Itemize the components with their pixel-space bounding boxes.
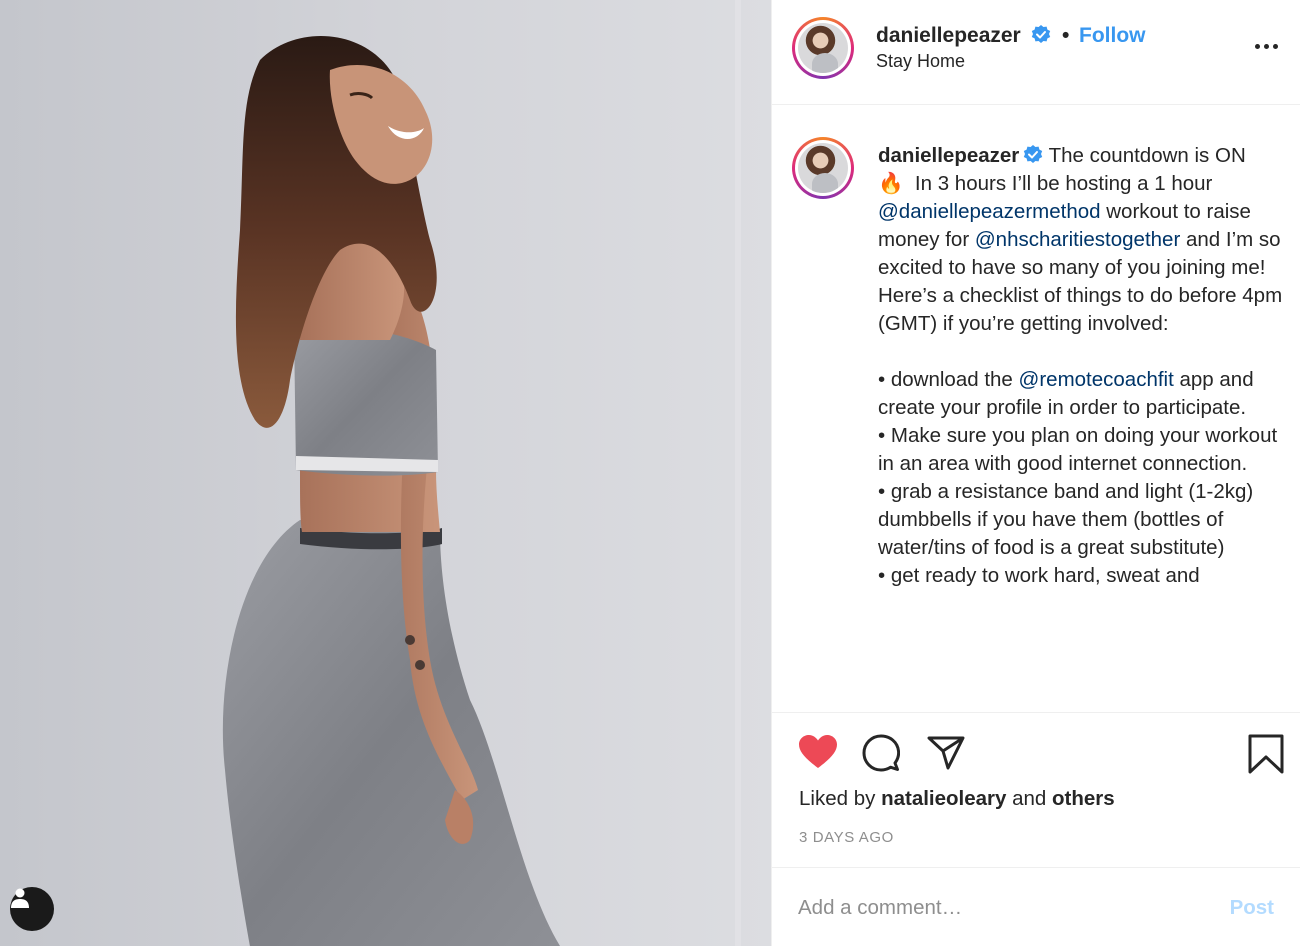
caption-text: daniellepeazer The countdown is ON 🔥 In … — [878, 142, 1288, 590]
mention-link[interactable]: @remotecoachfit — [1019, 368, 1174, 391]
fire-emoji: 🔥 — [878, 172, 904, 195]
post-comment-button[interactable]: Post — [1230, 896, 1274, 920]
comment-icon[interactable] — [862, 734, 900, 772]
liked-by-user-link[interactable]: natalieoleary — [881, 787, 1006, 810]
likes-others-link[interactable]: others — [1052, 787, 1115, 810]
verified-badge-icon — [1031, 25, 1050, 43]
mention-link[interactable]: @daniellepeazermethod — [878, 200, 1101, 223]
share-icon[interactable] — [927, 736, 965, 770]
likes-prefix: Liked by — [799, 787, 876, 810]
more-options-icon[interactable] — [1255, 36, 1281, 56]
caption-segment: app and create your profile in order to … — [878, 368, 1278, 587]
photo-illustration — [0, 0, 771, 946]
post-side-panel: daniellepeazer • Follow Stay Home daniel… — [771, 0, 1300, 946]
caption-segment: In 3 hours I’ll be hosting a 1 hour — [903, 172, 1219, 195]
caption-segment: and I’m so excited to have so many of yo… — [878, 228, 1283, 391]
comment-bar: Post — [772, 867, 1300, 946]
caption-segment: The countdown is ON — [1048, 144, 1246, 167]
follow-button[interactable]: Follow — [1079, 24, 1146, 48]
verified-badge-icon — [1024, 145, 1043, 163]
avatar[interactable] — [792, 17, 854, 79]
user-tag-icon — [11, 888, 29, 908]
likes-conjunction: and — [1012, 787, 1047, 810]
author-username[interactable]: daniellepeazer — [876, 24, 1051, 48]
post-timestamp[interactable]: 3 DAYS AGO — [799, 829, 894, 846]
post-actions: Liked by natalieoleary and others 3 DAYS… — [772, 712, 1300, 867]
caption-avatar[interactable] — [792, 137, 854, 199]
likes-summary: Liked by natalieoleary and others — [799, 787, 1115, 811]
heart-icon[interactable] — [798, 734, 838, 770]
caption-username[interactable]: daniellepeazer — [878, 144, 1019, 167]
comment-input[interactable] — [798, 892, 1178, 924]
user-tag-button[interactable] — [10, 887, 54, 931]
post-photo[interactable] — [0, 0, 771, 946]
post-header: daniellepeazer • Follow Stay Home — [772, 0, 1300, 105]
location-link[interactable]: Stay Home — [876, 51, 965, 72]
bookmark-icon[interactable] — [1248, 734, 1284, 774]
caption-scroll-area[interactable]: daniellepeazer The countdown is ON 🔥 In … — [772, 106, 1300, 712]
author-username-text: daniellepeazer — [876, 24, 1021, 47]
separator-dot: • — [1062, 24, 1070, 47]
mention-link[interactable]: @nhscharitiestogether — [975, 228, 1180, 251]
